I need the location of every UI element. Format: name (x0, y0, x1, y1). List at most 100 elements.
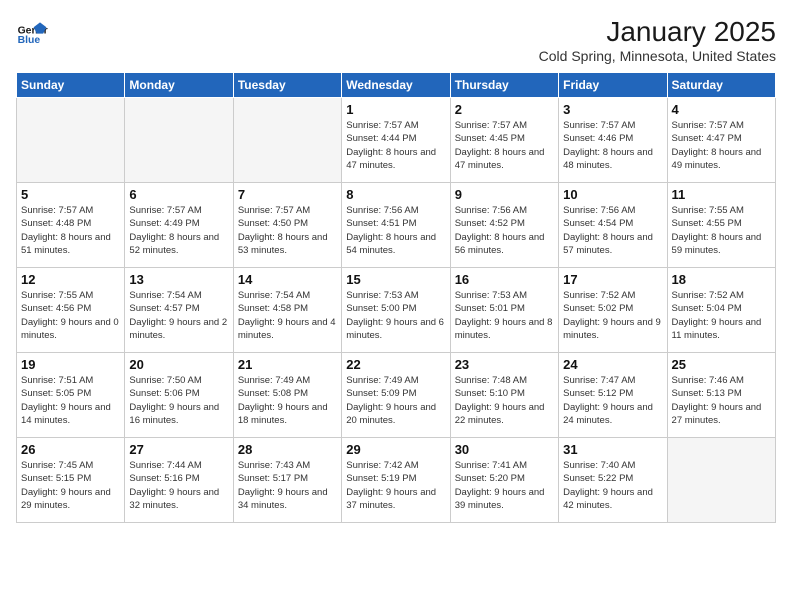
calendar-cell: 26 Sunrise: 7:45 AM Sunset: 5:15 PM Dayli… (17, 438, 125, 523)
calendar-cell: 2Sunrise: 7:57 AM Sunset: 4:45 PM Daylig… (450, 98, 558, 183)
day-info: Sunrise: 7:55 AM Sunset: 4:55 PM Dayligh… (672, 204, 771, 257)
day-number: 23 (455, 357, 554, 372)
page-header: General Blue January 2025 Cold Spring, M… (16, 16, 776, 64)
day-info: Sunrise: 7:42 AM Sunset: 5:19 PM Dayligh… (346, 459, 445, 512)
calendar-cell: 21Sunrise: 7:49 AM Sunset: 5:08 PM Dayli… (233, 353, 341, 438)
calendar-cell (667, 438, 775, 523)
calendar-cell: 29 Sunrise: 7:42 AM Sunset: 5:19 PM Dayli… (342, 438, 450, 523)
day-info: Sunrise: 7:53 AM Sunset: 5:00 PM Dayligh… (346, 289, 445, 342)
calendar-cell: 23 Sunrise: 7:48 AM Sunset: 5:10 PM Dayli… (450, 353, 558, 438)
day-info: Sunrise: 7:40 AM Sunset: 5:22 PM Dayligh… (563, 459, 662, 512)
day-info: Sunrise: 7:45 AM Sunset: 5:15 PM Dayligh… (21, 459, 120, 512)
calendar-cell: 28 Sunrise: 7:43 AM Sunset: 5:17 PM Dayli… (233, 438, 341, 523)
day-number: 11 (672, 187, 771, 202)
calendar-cell (233, 98, 341, 183)
day-number: 19 (21, 357, 120, 372)
day-number: 22 (346, 357, 445, 372)
weekday-header-thursday: Thursday (450, 73, 558, 98)
calendar-cell: 5 Sunrise: 7:57 AM Sunset: 4:48 PM Daylig… (17, 183, 125, 268)
day-number: 17 (563, 272, 662, 287)
day-info: Sunrise: 7:51 AM Sunset: 5:05 PM Dayligh… (21, 374, 120, 427)
calendar-table: SundayMondayTuesdayWednesdayThursdayFrid… (16, 72, 776, 523)
calendar-cell: 10 Sunrise: 7:56 AM Sunset: 4:54 PM Dayli… (559, 183, 667, 268)
day-number: 6 (129, 187, 228, 202)
day-number: 1 (346, 102, 445, 117)
weekday-header-friday: Friday (559, 73, 667, 98)
calendar-cell: 12 Sunrise: 7:55 AM Sunset: 4:56 PM Dayli… (17, 268, 125, 353)
calendar-cell: 17 Sunrise: 7:52 AM Sunset: 5:02 PM Dayli… (559, 268, 667, 353)
weekday-header-tuesday: Tuesday (233, 73, 341, 98)
day-info: Sunrise: 7:54 AM Sunset: 4:58 PM Dayligh… (238, 289, 337, 342)
day-info: Sunrise: 7:57 AM Sunset: 4:47 PM Dayligh… (672, 119, 771, 172)
day-info: Sunrise: 7:49 AM Sunset: 5:09 PM Dayligh… (346, 374, 445, 427)
day-info: Sunrise: 7:57 AM Sunset: 4:46 PM Dayligh… (563, 119, 662, 172)
calendar-cell: 6 Sunrise: 7:57 AM Sunset: 4:49 PM Daylig… (125, 183, 233, 268)
day-number: 10 (563, 187, 662, 202)
day-info: Sunrise: 7:44 AM Sunset: 5:16 PM Dayligh… (129, 459, 228, 512)
day-number: 5 (21, 187, 120, 202)
calendar-cell: 11 Sunrise: 7:55 AM Sunset: 4:55 PM Dayli… (667, 183, 775, 268)
day-info: Sunrise: 7:56 AM Sunset: 4:52 PM Dayligh… (455, 204, 554, 257)
calendar-header-row: SundayMondayTuesdayWednesdayThursdayFrid… (17, 73, 776, 98)
day-info: Sunrise: 7:48 AM Sunset: 5:10 PM Dayligh… (455, 374, 554, 427)
day-info: Sunrise: 7:57 AM Sunset: 4:49 PM Dayligh… (129, 204, 228, 257)
calendar-cell: 25Sunrise: 7:46 AM Sunset: 5:13 PM Dayli… (667, 353, 775, 438)
day-number: 26 (21, 442, 120, 457)
day-number: 9 (455, 187, 554, 202)
day-info: Sunrise: 7:55 AM Sunset: 4:56 PM Dayligh… (21, 289, 120, 342)
calendar-cell: 3Sunrise: 7:57 AM Sunset: 4:46 PM Daylig… (559, 98, 667, 183)
logo: General Blue (16, 16, 48, 48)
calendar-week-row: 5 Sunrise: 7:57 AM Sunset: 4:48 PM Daylig… (17, 183, 776, 268)
calendar-cell: 9 Sunrise: 7:56 AM Sunset: 4:52 PM Daylig… (450, 183, 558, 268)
day-number: 13 (129, 272, 228, 287)
day-info: Sunrise: 7:43 AM Sunset: 5:17 PM Dayligh… (238, 459, 337, 512)
day-number: 20 (129, 357, 228, 372)
day-info: Sunrise: 7:57 AM Sunset: 4:44 PM Dayligh… (346, 119, 445, 172)
calendar-cell: 13 Sunrise: 7:54 AM Sunset: 4:57 PM Dayli… (125, 268, 233, 353)
day-info: Sunrise: 7:57 AM Sunset: 4:45 PM Dayligh… (455, 119, 554, 172)
day-number: 7 (238, 187, 337, 202)
month-title: January 2025 (539, 16, 776, 48)
title-block: January 2025 Cold Spring, Minnesota, Uni… (539, 16, 776, 64)
day-info: Sunrise: 7:52 AM Sunset: 5:04 PM Dayligh… (672, 289, 771, 342)
day-info: Sunrise: 7:56 AM Sunset: 4:54 PM Dayligh… (563, 204, 662, 257)
calendar-week-row: 19 Sunrise: 7:51 AM Sunset: 5:05 PM Dayli… (17, 353, 776, 438)
calendar-cell: 31Sunrise: 7:40 AM Sunset: 5:22 PM Dayli… (559, 438, 667, 523)
calendar-cell: 22 Sunrise: 7:49 AM Sunset: 5:09 PM Dayli… (342, 353, 450, 438)
day-info: Sunrise: 7:56 AM Sunset: 4:51 PM Dayligh… (346, 204, 445, 257)
day-number: 21 (238, 357, 337, 372)
calendar-week-row: 12 Sunrise: 7:55 AM Sunset: 4:56 PM Dayli… (17, 268, 776, 353)
calendar-cell: 14Sunrise: 7:54 AM Sunset: 4:58 PM Dayli… (233, 268, 341, 353)
day-info: Sunrise: 7:41 AM Sunset: 5:20 PM Dayligh… (455, 459, 554, 512)
location-subtitle: Cold Spring, Minnesota, United States (539, 48, 776, 64)
calendar-cell: 8 Sunrise: 7:56 AM Sunset: 4:51 PM Daylig… (342, 183, 450, 268)
calendar-cell (125, 98, 233, 183)
day-number: 4 (672, 102, 771, 117)
day-number: 24 (563, 357, 662, 372)
calendar-cell: 18Sunrise: 7:52 AM Sunset: 5:04 PM Dayli… (667, 268, 775, 353)
day-number: 8 (346, 187, 445, 202)
calendar-cell (17, 98, 125, 183)
svg-text:Blue: Blue (18, 35, 41, 46)
calendar-cell: 30 Sunrise: 7:41 AM Sunset: 5:20 PM Dayli… (450, 438, 558, 523)
day-number: 15 (346, 272, 445, 287)
calendar-body: 1 Sunrise: 7:57 AM Sunset: 4:44 PM Daylig… (17, 98, 776, 523)
day-info: Sunrise: 7:53 AM Sunset: 5:01 PM Dayligh… (455, 289, 554, 342)
weekday-header-monday: Monday (125, 73, 233, 98)
day-number: 25 (672, 357, 771, 372)
calendar-cell: 27Sunrise: 7:44 AM Sunset: 5:16 PM Dayli… (125, 438, 233, 523)
day-info: Sunrise: 7:54 AM Sunset: 4:57 PM Dayligh… (129, 289, 228, 342)
calendar-week-row: 26 Sunrise: 7:45 AM Sunset: 5:15 PM Dayli… (17, 438, 776, 523)
day-info: Sunrise: 7:50 AM Sunset: 5:06 PM Dayligh… (129, 374, 228, 427)
calendar-cell: 15 Sunrise: 7:53 AM Sunset: 5:00 PM Dayli… (342, 268, 450, 353)
day-info: Sunrise: 7:52 AM Sunset: 5:02 PM Dayligh… (563, 289, 662, 342)
day-number: 28 (238, 442, 337, 457)
day-number: 29 (346, 442, 445, 457)
day-number: 30 (455, 442, 554, 457)
calendar-cell: 7Sunrise: 7:57 AM Sunset: 4:50 PM Daylig… (233, 183, 341, 268)
day-number: 12 (21, 272, 120, 287)
calendar-cell: 4 Sunrise: 7:57 AM Sunset: 4:47 PM Daylig… (667, 98, 775, 183)
day-info: Sunrise: 7:57 AM Sunset: 4:48 PM Dayligh… (21, 204, 120, 257)
day-info: Sunrise: 7:47 AM Sunset: 5:12 PM Dayligh… (563, 374, 662, 427)
logo-icon: General Blue (16, 16, 48, 48)
